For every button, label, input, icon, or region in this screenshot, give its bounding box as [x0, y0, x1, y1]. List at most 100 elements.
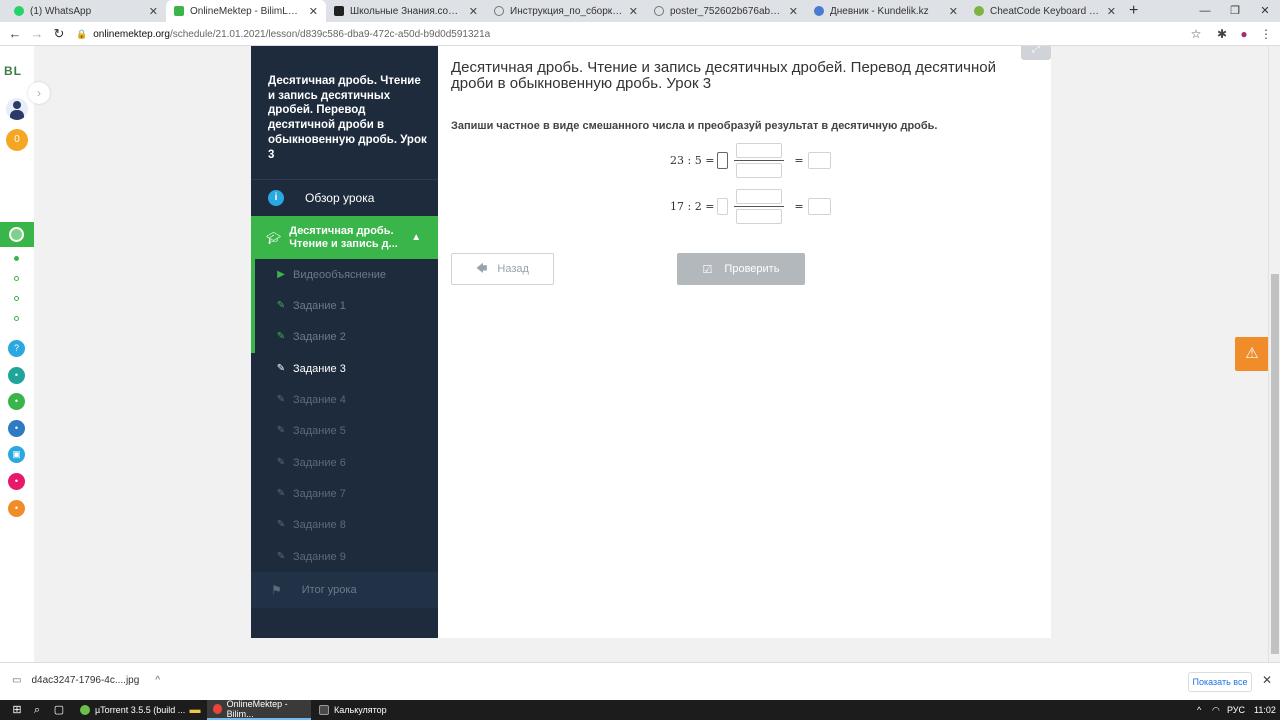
- close-tab-icon[interactable]: ✕: [1107, 5, 1116, 18]
- report-warning-icon[interactable]: ⚠: [1235, 337, 1269, 371]
- close-tab-icon[interactable]: ✕: [469, 5, 478, 18]
- folder-icon[interactable]: ▬: [188, 703, 202, 717]
- url-field[interactable]: 🔒 onlinemektep.org/schedule/21.01.2021/le…: [76, 25, 1176, 43]
- chevron-up-icon[interactable]: ▲: [411, 232, 421, 243]
- profile-icon[interactable]: ●: [1236, 26, 1252, 42]
- tab-lego[interactable]: Инструкция_по_сборке_LEGO.p ✕: [486, 0, 646, 22]
- taskbar-app-utorrent[interactable]: µTorrent 3.5.5 (build ...: [74, 700, 204, 720]
- tray-chevron-icon[interactable]: ^: [1197, 700, 1201, 720]
- decimal-answer-input[interactable]: [807, 152, 831, 169]
- chevron-up-icon[interactable]: ^: [155, 675, 160, 686]
- coins-badge[interactable]: 0: [6, 129, 28, 151]
- calculator-icon: [319, 705, 329, 715]
- utorrent-icon: [80, 705, 90, 715]
- rail-active-lesson[interactable]: [0, 222, 34, 247]
- rail-step-dot[interactable]: [14, 256, 19, 261]
- tab-whatsapp[interactable]: (1) WhatsApp ✕: [6, 0, 166, 22]
- sidebar-item-task-8[interactable]: ✎ Задание 8: [251, 509, 438, 540]
- app-icon[interactable]: •: [8, 367, 25, 384]
- tab-title: Дневник - Kundelik.kz: [830, 5, 929, 17]
- forward-arrow-icon[interactable]: →: [28, 25, 46, 43]
- numerator-input[interactable]: [736, 189, 783, 204]
- fullscreen-icon[interactable]: ⤢: [1021, 46, 1051, 60]
- clock[interactable]: 11:02: [1254, 700, 1276, 720]
- sidebar-item-task-7[interactable]: ✎ Задание 7: [251, 478, 438, 509]
- tab-title: CheatCode Keyboard Мод apk ск: [990, 5, 1101, 17]
- whole-part-input[interactable]: [717, 198, 729, 215]
- rail-step-dot[interactable]: [14, 316, 19, 321]
- menu-dots-icon[interactable]: ⋮: [1258, 26, 1274, 42]
- rail-step-dot[interactable]: [14, 276, 19, 281]
- rail-step-dot[interactable]: [14, 296, 19, 301]
- tab-kundelik[interactable]: Дневник - Kundelik.kz ✕: [806, 0, 966, 22]
- windows-start-icon[interactable]: ⊞: [10, 703, 24, 717]
- avatar[interactable]: [6, 98, 28, 120]
- tab-znania[interactable]: Школьные Знания.com - Решае ✕: [326, 0, 486, 22]
- sidebar-item-label: Задание 2: [293, 330, 346, 343]
- sidebar-item-video[interactable]: ▶ Видеообъяснение: [251, 259, 438, 290]
- numerator-input[interactable]: [736, 143, 783, 158]
- denominator-input[interactable]: [736, 209, 783, 224]
- close-tab-icon[interactable]: ✕: [149, 5, 158, 18]
- help-icon[interactable]: ?: [8, 340, 25, 357]
- show-all-downloads-button[interactable]: Показать все: [1188, 672, 1252, 692]
- url-path: /schedule/21.01.2021/lesson/d839c586-dba…: [169, 29, 491, 40]
- minimize-icon[interactable]: —: [1190, 0, 1220, 22]
- back-button[interactable]: 🡄 Назад: [451, 253, 554, 285]
- extensions-icon[interactable]: ✱: [1214, 26, 1230, 42]
- reload-icon[interactable]: ↻: [50, 25, 68, 43]
- app-icon[interactable]: •: [8, 420, 25, 437]
- sidebar-item-label: Итог урока: [301, 584, 357, 596]
- taskbar-app-chrome[interactable]: OnlineMektep - Bilim...: [207, 699, 311, 720]
- app-icon[interactable]: •: [8, 500, 25, 517]
- close-window-icon[interactable]: ✕: [1250, 0, 1280, 22]
- bilimland-logo[interactable]: BL: [4, 64, 22, 78]
- tab-onlinemektep[interactable]: OnlineMektep - BilimLand ✕: [166, 0, 326, 22]
- taskbar-app-calculator[interactable]: Калькулятор: [313, 700, 403, 720]
- sidebar-item-task-4[interactable]: ✎ Задание 4: [251, 384, 438, 415]
- task-instruction: Запиши частное в виде смешанного числа и…: [451, 120, 938, 132]
- bookmark-star-icon[interactable]: ☆: [1188, 26, 1204, 42]
- language-indicator[interactable]: РУС: [1227, 700, 1245, 720]
- decimal-answer-input[interactable]: [807, 198, 831, 215]
- sidebar-item-task-3[interactable]: ✎ Задание 3: [251, 353, 438, 384]
- close-icon[interactable]: ✕: [1262, 673, 1272, 687]
- wifi-icon[interactable]: ◠: [1212, 700, 1220, 720]
- expand-rail-chevron-icon[interactable]: ›: [28, 82, 50, 104]
- download-item[interactable]: ▭ d4ac3247-1796-4c....jpg ^: [12, 675, 160, 686]
- restore-icon[interactable]: ❐: [1220, 0, 1250, 22]
- flag-icon: ⚑: [271, 583, 282, 597]
- scrollbar[interactable]: [1268, 46, 1280, 662]
- sidebar-item-label: Задание 9: [293, 550, 346, 563]
- search-icon[interactable]: ⌕: [30, 703, 44, 717]
- sidebar-module-current[interactable]: 🎓︎ Десятичная дробь. Чтение и запись д..…: [251, 216, 438, 259]
- app-icon[interactable]: ▣: [8, 446, 25, 463]
- tab-cheatcode[interactable]: CheatCode Keyboard Мод apk ск ✕: [966, 0, 1124, 22]
- check-button[interactable]: ☑ Проверить: [677, 253, 805, 285]
- url-host: onlinemektep.org: [93, 29, 170, 40]
- scrollbar-thumb[interactable]: [1271, 274, 1279, 654]
- bilimland-icon: [174, 6, 184, 16]
- back-arrow-icon[interactable]: ←: [6, 25, 24, 43]
- close-tab-icon[interactable]: ✕: [949, 5, 958, 18]
- task-view-icon[interactable]: ▢: [52, 703, 66, 717]
- close-tab-icon[interactable]: ✕: [629, 5, 638, 18]
- sidebar-item-task-6[interactable]: ✎ Задание 6: [251, 447, 438, 478]
- sidebar-item-label: Задание 5: [293, 424, 346, 437]
- app-icon[interactable]: •: [8, 473, 25, 490]
- sidebar-item-overview[interactable]: i Обзор урока: [251, 180, 438, 216]
- sidebar-item-task-5[interactable]: ✎ Задание 5: [251, 415, 438, 446]
- new-tab-button[interactable]: +: [1129, 2, 1138, 20]
- close-tab-icon[interactable]: ✕: [789, 5, 798, 18]
- taskbar-app-label: OnlineMektep - Bilim...: [226, 699, 288, 719]
- sidebar-item-task-1[interactable]: ✎ Задание 1: [251, 290, 438, 321]
- close-tab-icon[interactable]: ✕: [309, 5, 318, 18]
- sidebar-item-task-2[interactable]: ✎ Задание 2: [251, 321, 438, 352]
- denominator-input[interactable]: [736, 163, 783, 178]
- app-icon[interactable]: •: [8, 393, 25, 410]
- tab-poster[interactable]: poster_752602b676abb8d4998a ✕: [646, 0, 806, 22]
- whole-part-input[interactable]: [717, 152, 729, 169]
- sidebar-item-summary[interactable]: ⚑ Итог урока: [251, 572, 438, 608]
- sidebar-item-task-9[interactable]: ✎ Задание 9: [251, 541, 438, 572]
- sidebar-item-label: Задание 4: [293, 393, 346, 406]
